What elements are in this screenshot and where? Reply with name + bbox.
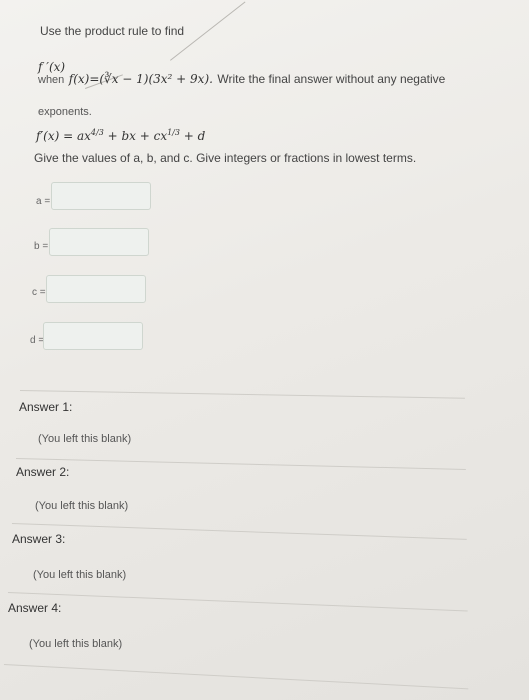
- divider: [15, 458, 466, 470]
- instruction-continued: exponents.: [38, 106, 92, 118]
- form-middle: + bx + cx: [103, 129, 168, 143]
- divider: [3, 664, 469, 690]
- field-label-a: a =: [36, 196, 51, 207]
- question-prompt: Give the values of a, b, and c. Give int…: [34, 151, 417, 165]
- divider: [7, 592, 468, 612]
- answer-4-heading: Answer 4:: [8, 601, 62, 615]
- form-suffix: + d: [179, 129, 206, 143]
- answer-1-note: (You left this blank): [38, 433, 132, 445]
- answer-1-heading: Answer 1:: [19, 400, 73, 414]
- answer-2-heading: Answer 2:: [16, 465, 70, 479]
- answer-3-heading: Answer 3:: [12, 532, 66, 546]
- input-a[interactable]: [51, 182, 151, 210]
- answer-2-note: (You left this blank): [35, 500, 129, 512]
- input-c[interactable]: [46, 275, 146, 303]
- field-label-b: b =: [34, 241, 49, 252]
- form-prefix: f′(x) = ax: [36, 129, 91, 143]
- instruction-text: Write the final answer without any negat…: [217, 72, 446, 86]
- answer-4-note: (You left this blank): [29, 638, 123, 650]
- answer-3-note: (You left this blank): [33, 569, 127, 581]
- derivative-form: f′(x) = ax4/3 + bx + cx1/3 + d: [36, 128, 205, 143]
- question-intro: Use the product rule to find: [40, 24, 185, 38]
- form-exponent-2: 1/3: [167, 128, 180, 137]
- divider: [11, 523, 467, 540]
- function-line: when f(x)=(∛x − 1)(3x² + 9x). Write the …: [38, 70, 445, 88]
- input-d[interactable]: [43, 322, 143, 350]
- function-expression: f(x)=(∛x − 1)(3x² + 9x).: [68, 72, 213, 86]
- divider: [19, 390, 465, 399]
- form-exponent-1: 4/3: [90, 128, 104, 137]
- input-b[interactable]: [49, 228, 149, 256]
- when-label: when: [38, 74, 65, 86]
- field-label-c: c =: [32, 287, 46, 298]
